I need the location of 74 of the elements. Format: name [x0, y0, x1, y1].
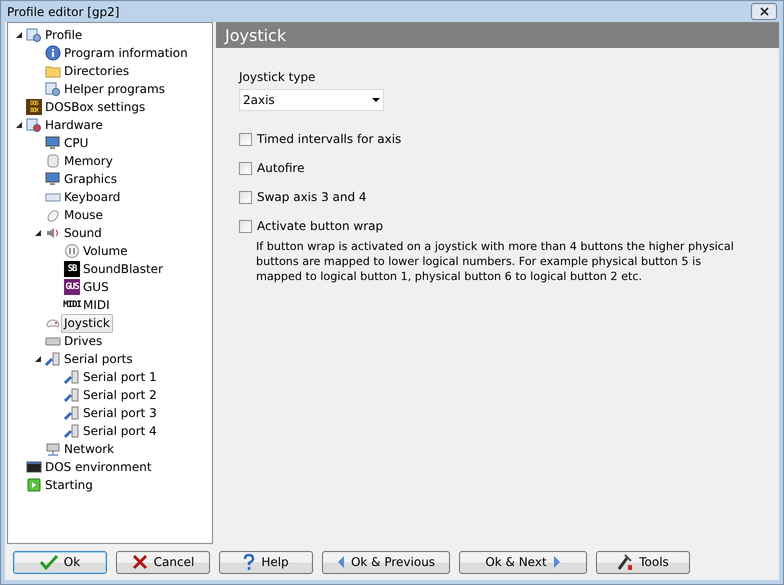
cancel-button[interactable]: Cancel [116, 550, 210, 574]
tree-item[interactable]: Serial ports [61, 350, 136, 368]
tree-item[interactable]: DOSBox settings [42, 98, 148, 116]
tree-item[interactable]: Sound [61, 224, 105, 242]
right-arrow-icon [552, 555, 561, 569]
tree-item[interactable]: Network [61, 440, 118, 458]
collapse-icon[interactable] [15, 121, 23, 129]
checkbox[interactable] [239, 132, 252, 146]
tree-item[interactable]: Program information [61, 44, 191, 62]
collapse-icon[interactable] [15, 31, 23, 39]
tree-item[interactable]: Graphics [61, 170, 120, 188]
window-title: Profile editor [gp2] [7, 4, 120, 18]
checkbox[interactable] [239, 162, 252, 174]
tree-item[interactable]: Profile [42, 26, 86, 44]
network-icon [45, 441, 61, 457]
left-arrow-icon [336, 555, 345, 569]
tree-item[interactable]: Serial port 2 [80, 386, 160, 404]
tree-item[interactable]: Volume [80, 242, 131, 260]
cross-icon [132, 554, 148, 570]
checkbox-label: Swap axis 3 and 4 [257, 190, 367, 204]
tree-item[interactable]: Starting [42, 476, 96, 494]
close-button[interactable] [751, 3, 777, 20]
play-icon [26, 477, 42, 493]
checkbox[interactable] [239, 190, 252, 204]
tree-item[interactable]: Serial port 1 [80, 368, 160, 386]
tree-item[interactable]: Memory [61, 152, 116, 170]
monitor-icon [45, 171, 61, 187]
tree-item[interactable]: Helper programs [61, 80, 168, 98]
checkbox[interactable] [239, 220, 252, 232]
badge-icon: GUS [64, 279, 80, 295]
tree-item[interactable]: GUS [80, 278, 112, 296]
tree-item[interactable]: Serial port 4 [80, 422, 160, 440]
knob-icon [64, 243, 80, 259]
joystick-type-dropdown[interactable]: 2axis [239, 89, 384, 111]
info-icon [45, 45, 61, 61]
checkbox-label: Activate button wrap [257, 219, 384, 233]
tree-item[interactable]: CPU [61, 134, 92, 152]
tree-item[interactable]: Directories [61, 62, 132, 80]
plug-icon [64, 369, 80, 385]
tools-button[interactable]: Tools [596, 550, 690, 574]
tree-item[interactable]: DOS environment [42, 458, 155, 476]
tree-item[interactable]: Hardware [42, 116, 106, 134]
collapse-icon[interactable] [34, 355, 42, 363]
tree-item[interactable]: Keyboard [61, 188, 124, 206]
plug-icon [64, 423, 80, 439]
mouse-icon [45, 207, 61, 223]
tree-item[interactable]: MIDI [80, 296, 113, 314]
checkbox-label: Timed intervalls for axis [257, 132, 402, 146]
collapse-icon[interactable] [34, 229, 42, 237]
checkbox-label: Autofire [257, 161, 304, 175]
tree-item[interactable]: Serial port 3 [80, 404, 160, 422]
help-text: If button wrap is activated on a joystick with more than 4 buttons the higher physical buttons are mapped to lower logical numbers. For example physical button 5 is mapped to logical button 1, physical button 6 to logical button 2 etc. [256, 239, 735, 284]
plug-icon [45, 351, 61, 367]
close-icon [760, 7, 768, 16]
panel-title: Joystick [225, 26, 286, 44]
console-icon [26, 459, 42, 475]
tree-item[interactable]: SoundBlaster [80, 260, 166, 278]
tree-item[interactable]: Drives [61, 332, 106, 350]
badge-icon: SB [64, 261, 80, 277]
speaker-icon [45, 225, 61, 241]
dropdown-arrow-icon [372, 98, 380, 102]
check-icon [40, 554, 58, 570]
plug-icon [64, 387, 80, 403]
tree-item[interactable]: Mouse [61, 206, 106, 224]
help-button[interactable]: Help [219, 550, 313, 574]
ok-button[interactable]: Ok [13, 550, 107, 574]
field-label: Joystick type [239, 70, 316, 84]
tree-item[interactable]: Joystick [61, 314, 113, 332]
prev-button[interactable]: Ok & Previous [322, 550, 450, 574]
plug-icon [64, 405, 80, 421]
next-button[interactable]: Ok & Next [459, 550, 587, 574]
help-icon [243, 554, 256, 570]
tools-icon [617, 553, 634, 571]
monitor-icon [45, 135, 61, 151]
